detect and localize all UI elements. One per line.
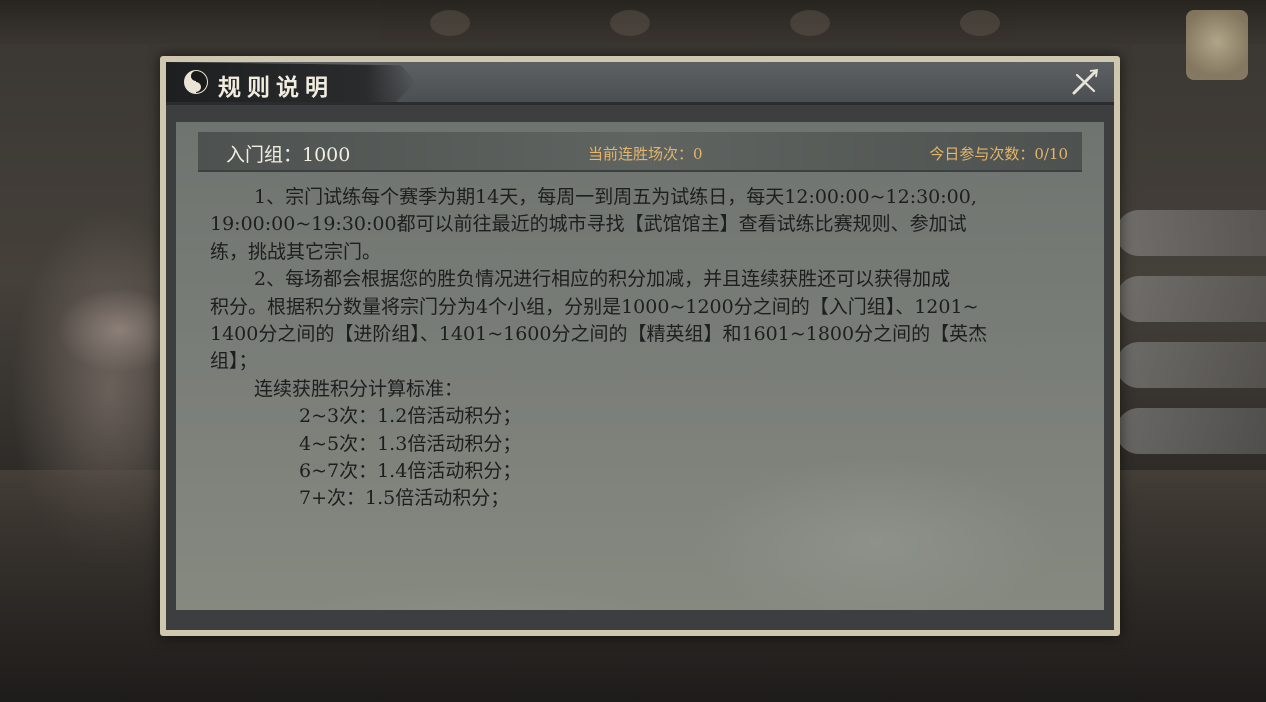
dialog-header: 规则说明 bbox=[166, 62, 1114, 105]
close-sword-icon[interactable] bbox=[1070, 67, 1100, 97]
dialog-title: 规则说明 bbox=[218, 74, 334, 101]
rule-2-line: 组】； bbox=[210, 350, 258, 373]
rules-text: 1、宗门试练每个赛季为期14天，每周一到周五为试练日，每天12:00:00~12… bbox=[210, 184, 1082, 513]
side-menu-button bbox=[1116, 210, 1266, 256]
rule-1-line: 1、宗门试练每个赛季为期14天，每周一到周五为试练日，每天12:00:00~12… bbox=[254, 186, 977, 208]
stats-bar: 入门组：1000 当前连胜场次：0 今日参与次数：0/10 bbox=[198, 132, 1082, 172]
menu-icon-blurred bbox=[430, 10, 470, 36]
rules-dialog: 规则说明 入门组：1000 当前连胜场次：0 今日参与次数：0/10 1、宗门试… bbox=[160, 56, 1120, 636]
win-streak-label: 当前连胜场次：0 bbox=[588, 145, 703, 163]
dialog-body: 规则说明 入门组：1000 当前连胜场次：0 今日参与次数：0/10 1、宗门试… bbox=[166, 62, 1114, 630]
rule-2-line: 积分。根据积分数量将宗门分为4个小组，分别是1000~1200分之间的【入门组】… bbox=[210, 295, 979, 318]
rules-content-panel: 入门组：1000 当前连胜场次：0 今日参与次数：0/10 1、宗门试练每个赛季… bbox=[176, 122, 1104, 610]
menu-icon-blurred bbox=[790, 10, 830, 36]
daily-attempts-label: 今日参与次数：0/10 bbox=[929, 145, 1068, 163]
bonus-item: 2~3次：1.2倍活动积分； bbox=[299, 405, 522, 428]
current-group-label: 入门组：1000 bbox=[226, 144, 351, 166]
menu-icon-blurred bbox=[610, 10, 650, 36]
event-badge-icon bbox=[1186, 10, 1248, 80]
yinyang-icon bbox=[184, 70, 208, 94]
menu-icon-blurred bbox=[960, 10, 1000, 36]
bonus-item: 4~5次：1.3倍活动积分； bbox=[299, 432, 522, 455]
bonus-item: 7+次：1.5倍活动积分； bbox=[299, 487, 510, 510]
bonus-item: 6~7次：1.4倍活动积分； bbox=[299, 460, 522, 483]
rule-1-line: 19:00:00~19:30:00都可以前往最近的城市寻找【武馆馆主】查看试练比… bbox=[210, 213, 967, 236]
bonus-heading: 连续获胜积分计算标准： bbox=[254, 377, 464, 400]
rule-2-line: 1400分之间的【进阶组】、1401~1600分之间的【精英组】和1601~18… bbox=[210, 323, 988, 346]
rule-2-line: 2、每场都会根据您的胜负情况进行相应的积分加减，并且连续获胜还可以获得加成 bbox=[254, 268, 951, 291]
side-menu-button bbox=[1116, 276, 1266, 322]
side-menu-button bbox=[1116, 408, 1266, 454]
top-menu-bar bbox=[0, 0, 1266, 44]
rule-1-line: 练，挑战其它宗门。 bbox=[210, 240, 382, 263]
side-menu-button bbox=[1116, 342, 1266, 388]
